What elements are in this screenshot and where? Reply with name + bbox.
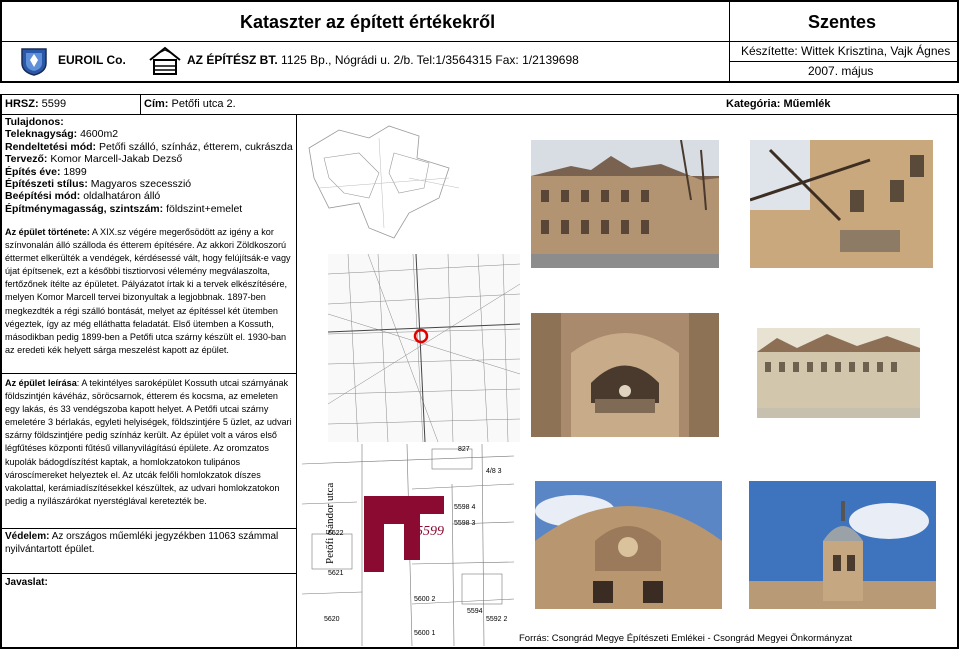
proposal-label: Javaslat: [5,577,48,588]
address: Cím: Petőfi utca 2. [144,98,236,110]
field-height: Építménymagasság, szintszám: földszint+e… [5,202,243,215]
company1-name: EUROIL Co. [58,53,126,67]
prepared-by: Készítette: Wittek Krisztina, Vajk Ágnes [741,44,951,58]
field-list: Tulajdonos: Teleknagyság: 4600m2 Rendelt… [5,116,295,215]
lot-label: 5620 [324,616,340,623]
protection-label: Védelem: [5,531,50,542]
lot-label: 5600 1 [414,630,436,637]
category: Kategória: Műemlék [726,98,831,110]
epitesz-logo-icon [148,46,182,76]
parcel-map: Petőfi Sándor utca 5599 5622 5621 5620 5… [302,444,514,646]
field-style: Építészeti stílus: Magyaros szecesszió [5,178,192,191]
description-label: Az épület leírása [5,378,77,388]
lot-label: 5594 [467,608,483,615]
description-section: Az épület leírása: A tekintélyes sarokép… [5,377,294,508]
field-function: Rendeltetési mód: Petőfi szálló, színház… [5,140,293,153]
parcel-number-label: 5599 [416,524,444,539]
street-name-label: Petőfi Sándor utca [324,482,336,564]
lot-label: 5598 3 [454,520,476,527]
history-text: A XIX.sz végére megerősödött az igény a … [5,227,291,355]
photo-balcony [750,140,933,268]
history-section: Az épület története: A XIX.sz végére meg… [5,226,294,357]
source-note: Forrás: Csongrád Megye Építészeti Emléke… [519,633,853,644]
field-placement: Beépítési mód: oldalhatáron álló [5,190,161,203]
description-text: : A tekintélyes saroképület Kossuth utca… [5,378,292,506]
address-label: Cím: [144,98,169,110]
lot-label: 5598 4 [454,504,476,511]
field-owner: Tulajdonos: [5,116,64,128]
lot-label: 5621 [328,570,344,577]
hrsz: HRSZ: 5599 [5,98,66,110]
city-overview-map [299,118,472,250]
euroil-logo-icon [18,45,50,77]
photo-facade-detail [531,313,719,437]
history-label: Az épület története: [5,227,90,237]
photo-tower-dome [749,481,936,609]
protection-section: Védelem: Az országos műemléki jegyzékben… [5,530,294,556]
photo-gable-ornament [535,481,722,609]
street-map [328,254,520,442]
document-title: Kataszter az épített értékekről [240,12,496,32]
company2-address: 1125 Bp., Nógrádi u. 2/b. Tel:1/3564315 … [281,53,579,67]
field-year-built: Építés éve: 1899 [5,165,87,178]
field-plot-size: Teleknagyság: 4600m2 [5,128,119,141]
lot-label: 5592 2 [486,616,508,623]
hrsz-value: 5599 [41,98,67,110]
category-label: Kategória: [726,98,781,110]
address-value: Petőfi utca 2. [171,98,236,110]
field-designer: Tervező: Komor Marcell-Jakab Dezső [5,153,183,166]
company2-info: AZ ÉPÍTÉSZ BT. 1125 Bp., Nógrádi u. 2/b.… [187,53,579,67]
city-name: Szentes [808,12,877,32]
date: 2007. május [808,64,874,78]
lot-label: 827 [458,446,470,453]
proposal-section: Javaslat: [5,576,48,590]
lot-label: 4/8 3 [486,468,502,475]
photo-historic-postcard [757,328,920,418]
lot-label: 5622 [328,530,344,537]
lot-label: 5600 2 [414,596,436,603]
photo-street-view [531,140,719,268]
company2-name: AZ ÉPÍTÉSZ BT. [187,53,278,67]
category-value: Műemlék [783,98,831,110]
hrsz-label: HRSZ: [5,98,39,110]
